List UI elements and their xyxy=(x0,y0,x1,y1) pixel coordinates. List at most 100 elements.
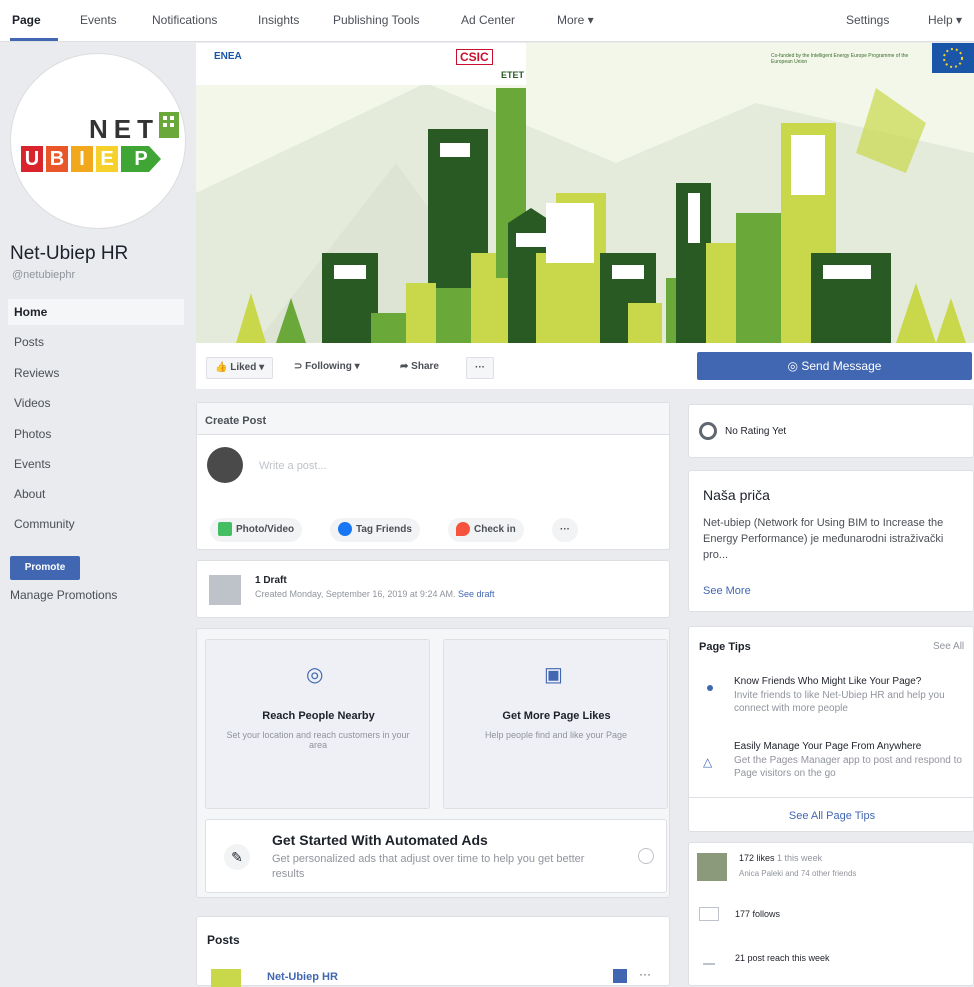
our-story-text: Net-ubiep (Network for Using BIM to Incr… xyxy=(703,517,944,561)
page-username[interactable]: @netubiephr xyxy=(12,269,75,281)
manage-tip-icon: △ xyxy=(703,755,713,769)
profile-picture[interactable]: NET U B I E P xyxy=(10,53,186,229)
likes-count[interactable]: 172 likes xyxy=(739,853,775,863)
tab-page[interactable]: Page xyxy=(12,13,41,27)
tip-know-friends-text: Invite friends to like Net-Ubiep HR and … xyxy=(734,690,945,714)
send-message-label: Send Message xyxy=(801,359,882,373)
see-more-link[interactable]: See More xyxy=(703,585,751,597)
check-in-button[interactable]: Check in xyxy=(448,518,524,542)
post-options-icon[interactable]: ··· xyxy=(639,967,651,981)
likes-thumbnail xyxy=(697,853,727,881)
page-top-navbar: Page Events Notifications Insights Publi… xyxy=(0,0,974,42)
tip-know-friends[interactable]: Know Friends Who Might Like Your Page? In… xyxy=(734,676,964,715)
building-logo-icon xyxy=(159,112,179,138)
more-post-options-button[interactable]: ··· xyxy=(552,518,578,542)
tab-notifications[interactable]: Notifications xyxy=(152,13,217,27)
green-city-illustration xyxy=(196,43,974,343)
sidebar-item-events[interactable]: Events xyxy=(8,451,184,477)
page-tips-card: Page Tips See All △ See All Page Tips xyxy=(688,626,974,832)
logo-letter-i: I xyxy=(71,146,93,172)
page-name[interactable]: Net-Ubiep HR xyxy=(10,243,128,265)
tip-manage-anywhere-title: Easily Manage Your Page From Anywhere xyxy=(734,741,922,752)
posts-section: Posts Net-Ubiep HR ··· xyxy=(196,916,670,987)
create-post-title: Create Post xyxy=(205,415,267,427)
manage-promotions-link[interactable]: Manage Promotions xyxy=(10,588,117,602)
page-tips-title: Page Tips xyxy=(699,641,751,653)
friends-tip-icon xyxy=(707,685,713,691)
logo-etet: ETET xyxy=(501,70,525,80)
liked-button[interactable]: 👍 Liked ▾ xyxy=(206,357,274,379)
tab-ad-center[interactable]: Ad Center xyxy=(461,13,515,27)
our-story-card[interactable]: Naša priča Net-ubiep (Network for Using … xyxy=(688,470,974,612)
post-reach[interactable]: 21 post reach this week xyxy=(735,953,830,963)
location-pin-icon xyxy=(456,522,470,537)
rating-card: No Rating Yet xyxy=(688,404,974,458)
photo-video-label: Photo/Video xyxy=(236,524,295,535)
more-actions-button[interactable]: ··· xyxy=(466,357,494,379)
send-message-button[interactable]: ◎ Send Message xyxy=(697,352,972,380)
draft-card: 1 Draft Created Monday, September 16, 20… xyxy=(196,560,670,618)
reach-people-title: Reach People Nearby xyxy=(262,710,375,722)
reach-chart-icon xyxy=(703,955,715,965)
sidebar-item-photos[interactable]: Photos xyxy=(8,421,184,447)
page-likes-icon: ▣ xyxy=(544,664,563,686)
chevron-right-icon[interactable] xyxy=(638,848,654,864)
logo-csic: CSIC xyxy=(456,49,493,65)
tag-person-icon xyxy=(338,522,352,537)
logo-text-net: NET xyxy=(89,114,159,144)
rss-icon: ⊃ xyxy=(294,361,303,372)
logo-letter-p: P xyxy=(121,146,161,172)
liked-label: Liked ▾ xyxy=(230,362,265,373)
tip-manage-anywhere[interactable]: Easily Manage Your Page From Anywhere Get… xyxy=(734,741,964,780)
tab-more[interactable]: More ▾ xyxy=(557,13,594,27)
sidebar-item-reviews[interactable]: Reviews xyxy=(8,360,184,386)
following-button[interactable]: ⊃ Following ▾ xyxy=(286,357,368,379)
promo-cards-container: ◎ Reach People Nearby Set your location … xyxy=(196,628,670,898)
cover-photo[interactable]: ENEA CSIC ETET Co-funded by the Intellig… xyxy=(196,43,974,343)
tab-publishing-tools[interactable]: Publishing Tools xyxy=(333,13,420,27)
sidebar-item-posts[interactable]: Posts xyxy=(8,329,184,355)
logo-letter-b: B xyxy=(46,146,68,172)
tip-manage-anywhere-text: Get the Pages Manager app to post and re… xyxy=(734,755,962,779)
get-page-likes-title: Get More Page Likes xyxy=(502,710,611,722)
likes-friends[interactable]: Anica Paleki and 74 other friends xyxy=(739,869,856,878)
tab-events[interactable]: Events xyxy=(80,13,117,27)
share-button[interactable]: ➦ Share xyxy=(392,357,447,379)
promote-button[interactable]: Promote xyxy=(10,556,80,580)
sidebar-item-home[interactable]: Home xyxy=(8,299,184,325)
sidebar-item-videos[interactable]: Videos xyxy=(8,390,184,416)
tab-insights[interactable]: Insights xyxy=(258,13,299,27)
post-composer-input[interactable]: Write a post... xyxy=(259,460,327,472)
get-page-likes-card[interactable]: ▣ Get More Page Likes Help people find a… xyxy=(443,639,668,809)
draft-title: 1 Draft xyxy=(255,575,287,586)
automated-ads-title: Get Started With Automated Ads xyxy=(272,832,488,848)
tag-friends-button[interactable]: Tag Friends xyxy=(330,518,420,542)
automated-ads-card[interactable]: ✎ Get Started With Automated Ads Get per… xyxy=(205,819,667,893)
see-all-page-tips-button[interactable]: See All Page Tips xyxy=(689,797,974,833)
photo-icon xyxy=(218,522,232,537)
sidebar-item-about[interactable]: About xyxy=(8,481,184,507)
tab-help[interactable]: Help ▾ xyxy=(928,13,962,27)
photo-video-button[interactable]: Photo/Video xyxy=(210,518,303,542)
page-stats-card: 172 likes 1 this week Anica Paleki and 7… xyxy=(688,842,974,986)
draft-pencil-icon xyxy=(209,575,241,605)
reach-people-card[interactable]: ◎ Reach People Nearby Set your location … xyxy=(205,639,430,809)
left-sidebar: NET U B I E P Net-Ubiep HR @netubiephr H… xyxy=(0,43,190,986)
pin-icon[interactable] xyxy=(613,969,627,983)
reach-people-text: Set your location and reach customers in… xyxy=(226,730,410,750)
check-in-label: Check in xyxy=(474,524,516,535)
follows-count[interactable]: 177 follows xyxy=(735,909,780,919)
see-draft-link[interactable]: See draft xyxy=(458,589,495,599)
magic-wand-icon: ✎ xyxy=(224,844,250,870)
location-icon: ◎ xyxy=(306,664,324,686)
logo-enea: ENEA xyxy=(214,51,242,62)
see-all-tips-link[interactable]: See All xyxy=(933,641,964,652)
sidebar-item-community[interactable]: Community xyxy=(8,511,184,537)
likes-this-week: 1 this week xyxy=(777,853,823,863)
tab-settings[interactable]: Settings xyxy=(846,13,889,27)
draft-text: Created Monday, September 16, 2019 at 9:… xyxy=(255,589,456,599)
post-author-name[interactable]: Net-Ubiep HR xyxy=(267,971,338,983)
active-tab-indicator xyxy=(10,38,58,41)
following-label: Following ▾ xyxy=(305,361,360,372)
share-arrow-icon: ➦ xyxy=(400,361,409,372)
